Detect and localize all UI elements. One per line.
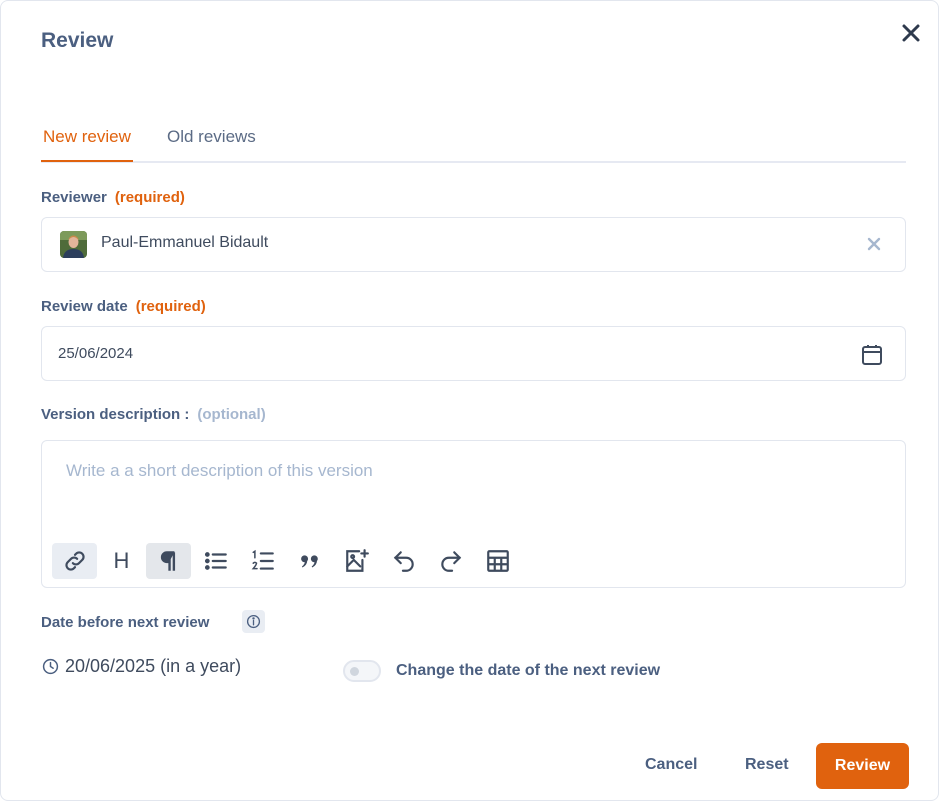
- reviewer-select[interactable]: Paul-Emmanuel Bidault: [41, 217, 906, 272]
- reviewer-label-text: Reviewer: [41, 189, 107, 206]
- reset-button[interactable]: Reset: [745, 756, 789, 774]
- info-button[interactable]: [242, 610, 265, 633]
- heading-icon: H: [113, 548, 130, 573]
- review-date-value: 25/06/2024: [58, 345, 134, 362]
- clear-reviewer-button[interactable]: [865, 235, 883, 253]
- undo-button[interactable]: [381, 543, 426, 579]
- heading-button[interactable]: H: [99, 543, 144, 579]
- review-dialog: Review New review Old reviews Reviewer (r…: [0, 0, 939, 801]
- redo-button[interactable]: [428, 543, 473, 579]
- table-button[interactable]: [475, 543, 520, 579]
- clock-icon: [42, 658, 59, 675]
- image-button[interactable]: [334, 543, 379, 579]
- description-editor: H: [41, 440, 906, 588]
- close-icon: [902, 24, 920, 42]
- reviewer-label: Reviewer (required): [41, 189, 185, 206]
- next-review-label: Date before next review: [41, 614, 210, 631]
- table-icon: [486, 550, 509, 572]
- undo-icon: [393, 551, 414, 572]
- link-button[interactable]: [52, 543, 97, 579]
- review-date-required: (required): [135, 298, 206, 315]
- review-date-label-text: Review date: [41, 298, 128, 315]
- image-icon: [345, 549, 369, 572]
- quote-button[interactable]: [287, 543, 332, 579]
- paragraph-button[interactable]: [146, 543, 191, 579]
- redo-icon: [440, 551, 461, 572]
- dialog-title: Review: [41, 29, 114, 52]
- bullet-list-icon: [204, 552, 227, 570]
- description-label-text: Version description :: [41, 406, 190, 423]
- reviewer-required: (required): [114, 189, 185, 206]
- ordered-list-icon: [251, 549, 274, 570]
- description-optional: (optional): [197, 406, 266, 423]
- cancel-button[interactable]: Cancel: [645, 756, 697, 774]
- close-button[interactable]: [897, 19, 925, 47]
- tab-old-reviews[interactable]: Old reviews: [167, 127, 256, 147]
- link-icon: [64, 551, 85, 571]
- paragraph-icon: [160, 551, 175, 571]
- avatar: [60, 231, 87, 258]
- editor-toolbar: H: [52, 543, 520, 579]
- quote-icon: [300, 555, 318, 568]
- tab-new-review[interactable]: New review: [41, 127, 133, 162]
- ordered-list-button[interactable]: [240, 543, 285, 579]
- clear-icon: [867, 237, 881, 251]
- description-label: Version description : (optional): [41, 406, 266, 423]
- change-date-label: Change the date of the next review: [396, 662, 661, 679]
- bullet-list-button[interactable]: [193, 543, 238, 579]
- reviewer-value: Paul-Emmanuel Bidault: [101, 234, 269, 251]
- description-input[interactable]: [66, 461, 866, 481]
- info-icon: [246, 614, 261, 629]
- calendar-icon: [862, 345, 882, 365]
- change-date-toggle[interactable]: [343, 660, 381, 682]
- review-button[interactable]: Review: [816, 743, 909, 789]
- calendar-button[interactable]: [860, 343, 884, 367]
- review-date-label: Review date (required): [41, 298, 206, 315]
- review-date-field[interactable]: 25/06/2024: [41, 326, 906, 381]
- tab-bar: New review Old reviews: [41, 119, 906, 163]
- next-review-date: 20/06/2025 (in a year): [42, 656, 241, 677]
- next-review-date-value: 20/06/2025 (in a year): [65, 656, 242, 676]
